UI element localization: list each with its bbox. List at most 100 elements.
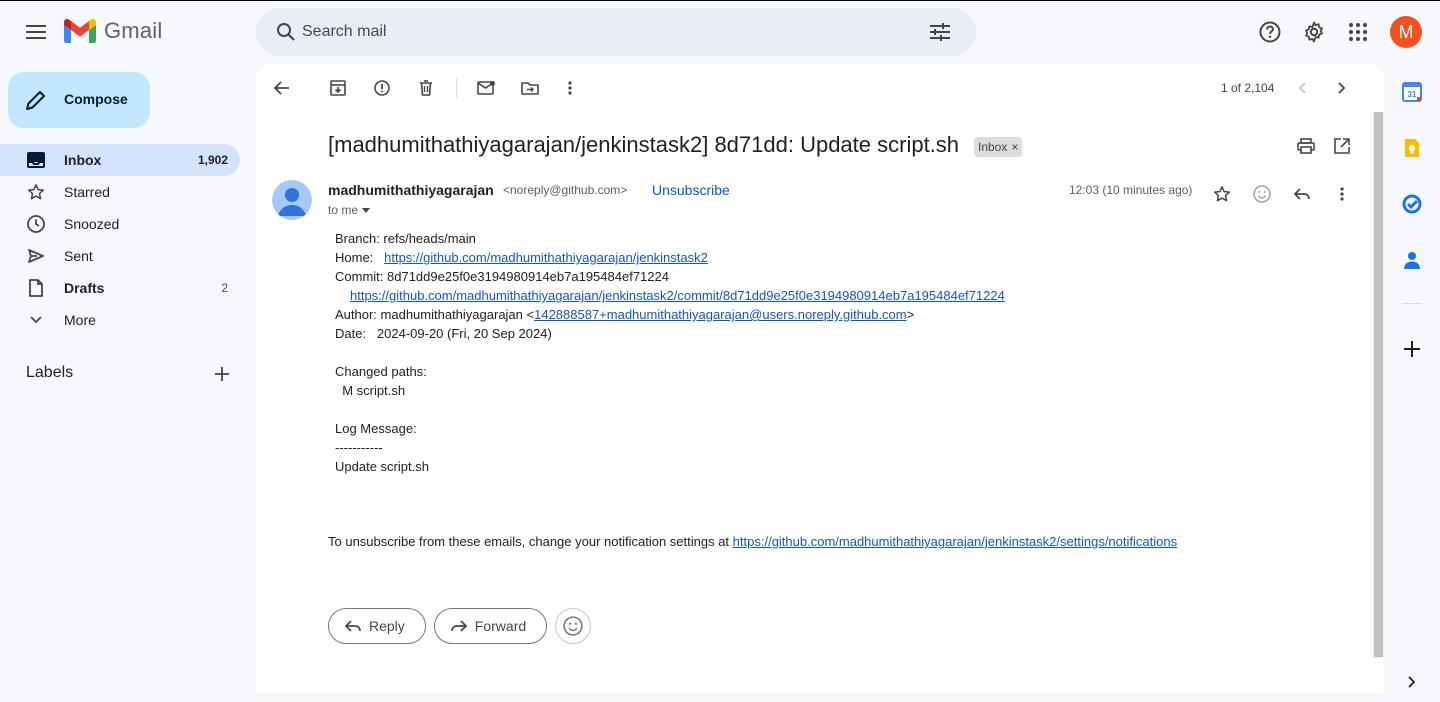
footer-text: To unsubscribe from these emails, change… [328, 534, 733, 549]
sidebar-item-label: Drafts [64, 280, 105, 296]
hamburger-icon [26, 25, 46, 39]
report-spam-button[interactable] [362, 68, 402, 108]
older-button[interactable] [1322, 68, 1362, 108]
sender-name[interactable]: madhumithathiyagarajan [328, 182, 494, 198]
get-addons-button[interactable] [1392, 329, 1432, 369]
back-button[interactable] [262, 68, 302, 108]
sidebar-item-starred[interactable]: Starred [0, 176, 240, 208]
scrollbar-thumb[interactable] [1374, 112, 1383, 657]
body-log-message: Log Message: [335, 421, 417, 436]
body-home-label: Home: [335, 250, 385, 265]
sidebar-item-snoozed[interactable]: Snoozed [0, 208, 240, 240]
reply-icon-button[interactable] [1286, 178, 1318, 210]
keep-icon [1405, 139, 1419, 157]
side-panel: 31 [1392, 64, 1432, 691]
labels-heading: Labels [26, 364, 74, 381]
keep-app-button[interactable] [1392, 128, 1432, 168]
search-options-icon[interactable] [920, 12, 960, 52]
body-log-text: Update script.sh [335, 459, 429, 474]
sender-email: <noreply@github.com> [503, 183, 628, 197]
app-header: Gmail M [0, 0, 1440, 64]
body-author-line: Author: madhumithathiyagarajan <14288858… [335, 305, 1005, 324]
label-chip-text: Inbox [978, 140, 1008, 154]
calendar-app-button[interactable]: 31 [1392, 72, 1432, 112]
forward-button[interactable]: Forward [433, 608, 548, 644]
unsubscribe-footer: To unsubscribe from these emails, change… [328, 534, 1177, 549]
open-new-window-button[interactable] [1322, 126, 1362, 166]
draft-count: 2 [221, 281, 228, 295]
archive-icon [330, 80, 346, 96]
print-button[interactable] [1286, 126, 1326, 166]
body-home-line: Home: https://github.com/madhumithathiya… [335, 248, 1005, 267]
chevron-down-icon [26, 310, 46, 330]
contacts-app-button[interactable] [1392, 240, 1432, 280]
remove-label-icon[interactable]: × [1011, 140, 1018, 154]
chevron-right-icon [1408, 676, 1416, 688]
gear-icon [1305, 21, 1323, 43]
add-reaction-button[interactable] [1246, 178, 1278, 210]
body-commit: Commit: 8d71dd9e25f0e3194980914eb7a19548… [335, 269, 669, 284]
main-menu-button[interactable] [16, 12, 56, 52]
commit-link[interactable]: https://github.com/madhumithathiyagaraja… [350, 288, 1005, 303]
body-author-prefix: Author: madhumithathiyagarajan < [335, 307, 535, 322]
tasks-icon [1402, 194, 1422, 214]
sender-avatar[interactable] [272, 180, 312, 220]
body-commit-link-line: https://github.com/madhumithathiyagaraja… [335, 286, 1005, 305]
archive-button[interactable] [318, 68, 358, 108]
pencil-icon [26, 91, 45, 110]
body-changed-paths: Changed paths: [335, 364, 427, 379]
account-avatar[interactable]: M [1390, 16, 1422, 48]
compose-button[interactable]: Compose [8, 72, 150, 128]
toolbar-divider [456, 78, 457, 98]
clock-icon [26, 214, 46, 234]
mark-unread-button[interactable] [466, 68, 506, 108]
sidebar-item-more[interactable]: More [0, 304, 240, 336]
author-email-link[interactable]: 142888587+madhumithathiyagarajan@users.n… [534, 307, 907, 322]
support-button[interactable] [1250, 12, 1290, 52]
newer-button[interactable] [1282, 68, 1322, 108]
move-folder-icon [521, 82, 539, 95]
body-changed-file: M script.sh [335, 383, 406, 398]
pagination-text: 1 of 2,104 [1221, 81, 1275, 95]
reply-label: Reply [369, 618, 405, 634]
gmail-logo[interactable]: Gmail [64, 18, 162, 44]
message-time: 12:03 (10 minutes ago) [1069, 183, 1193, 197]
search-input[interactable] [300, 8, 900, 56]
message-more-button[interactable] [1326, 178, 1358, 210]
mark-unread-icon [477, 81, 495, 95]
calendar-icon: 31 [1402, 82, 1422, 102]
delete-button[interactable] [406, 68, 446, 108]
sidebar-item-sent[interactable]: Sent [0, 240, 240, 272]
more-options-button[interactable] [550, 68, 590, 108]
tasks-app-button[interactable] [1392, 184, 1432, 224]
sidebar-item-drafts[interactable]: Drafts 2 [0, 272, 240, 304]
side-panel-divider [1402, 303, 1422, 304]
unsubscribe-link[interactable]: Unsubscribe [652, 182, 730, 198]
notification-settings-link[interactable]: https://github.com/madhumithathiyagaraja… [733, 534, 1177, 549]
send-icon [26, 246, 46, 266]
print-icon [1297, 138, 1315, 154]
more-vert-icon [1340, 187, 1344, 201]
recipient-details[interactable]: to me [328, 203, 371, 217]
home-link[interactable]: https://github.com/madhumithathiyagaraja… [384, 250, 708, 265]
gmail-m-icon [64, 19, 96, 43]
inbox-label-chip[interactable]: Inbox × [974, 137, 1023, 157]
reply-button[interactable]: Reply [328, 608, 426, 644]
apps-button[interactable] [1338, 12, 1378, 52]
move-to-button[interactable] [510, 68, 550, 108]
chevron-left-icon [1298, 82, 1306, 94]
forward-icon [450, 620, 467, 632]
emoji-reaction-button[interactable] [555, 608, 592, 644]
body-branch: Branch: refs/heads/main [335, 231, 476, 246]
sidebar-item-label: Starred [64, 184, 110, 200]
show-side-panel-button[interactable] [1392, 662, 1432, 702]
svg-text:31: 31 [1408, 90, 1417, 99]
add-label-icon[interactable] [210, 362, 234, 386]
unread-count: 1,902 [197, 153, 228, 167]
star-button[interactable] [1206, 178, 1238, 210]
sidebar-item-inbox[interactable]: Inbox 1,902 [0, 144, 240, 176]
star-icon [26, 182, 46, 202]
settings-button[interactable] [1294, 12, 1334, 52]
sidebar-item-label: Sent [64, 248, 93, 264]
search-bar[interactable] [256, 8, 976, 56]
